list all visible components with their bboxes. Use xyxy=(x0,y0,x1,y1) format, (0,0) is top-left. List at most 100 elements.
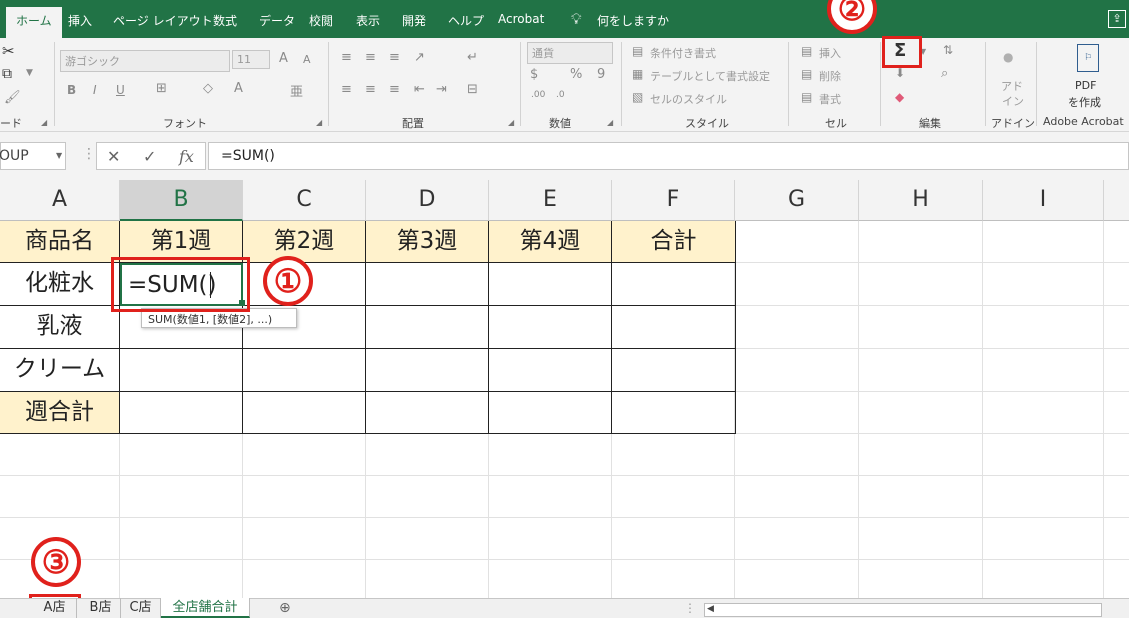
cell-styles-button[interactable]: セルのスタイル xyxy=(650,91,727,107)
cell-e4[interactable] xyxy=(489,349,612,392)
delete-cells-icon[interactable]: ▤ xyxy=(801,67,812,81)
cell-b5[interactable] xyxy=(120,392,243,434)
phonetic-icon[interactable]: 亜 xyxy=(290,81,303,100)
column-header-i[interactable]: I xyxy=(983,180,1104,221)
percent-style-button[interactable]: % xyxy=(570,67,582,82)
cell-f5[interactable] xyxy=(612,392,736,434)
sheet-tab-b[interactable]: B店 xyxy=(81,598,121,618)
bold-button[interactable]: B xyxy=(67,83,76,97)
cell-f3[interactable] xyxy=(612,306,736,349)
cell-a2[interactable]: 化粧水 xyxy=(0,263,120,306)
column-header-a[interactable]: A xyxy=(0,180,120,221)
cell-c1[interactable]: 第2週 xyxy=(243,221,366,263)
find-select-icon[interactable]: ⌕ xyxy=(941,66,948,81)
cut-icon[interactable]: ✂ xyxy=(2,42,15,60)
underline-button[interactable]: U xyxy=(116,83,125,97)
chevron-down-icon[interactable]: ▼ xyxy=(56,151,62,160)
column-header-c[interactable]: C xyxy=(243,180,366,221)
tab-insert[interactable]: 挿入 xyxy=(68,12,92,29)
fill-color-icon[interactable]: ◇ xyxy=(203,81,213,96)
cell-a3[interactable]: 乳液 xyxy=(0,306,120,349)
sort-filter-icon[interactable]: ⇅ xyxy=(943,43,953,57)
sheet-tab-total[interactable]: 全店舗合計 xyxy=(161,598,250,618)
shrink-font-button[interactable]: A xyxy=(303,53,311,66)
decrease-indent-icon[interactable]: ⇤ xyxy=(414,82,425,97)
cell-f1[interactable]: 合計 xyxy=(612,221,736,263)
add-ins-icon[interactable]: ● xyxy=(1003,50,1013,64)
cell-c5[interactable] xyxy=(243,392,366,434)
conditional-formatting-button[interactable]: 条件付き書式 xyxy=(650,45,716,61)
cell-a5[interactable]: 週合計 xyxy=(0,392,120,434)
dialog-launcher-icon[interactable]: ◢ xyxy=(607,118,613,127)
align-center-icon[interactable]: ≡ xyxy=(365,82,376,97)
decrease-decimal-icon[interactable]: .0 xyxy=(556,90,565,100)
cell-a4[interactable]: クリーム xyxy=(0,349,120,392)
column-header-d[interactable]: D xyxy=(366,180,489,221)
borders-icon[interactable]: ⊞ xyxy=(156,81,167,96)
cell-d3[interactable] xyxy=(366,306,489,349)
format-as-table-icon[interactable]: ▦ xyxy=(632,67,643,81)
sheet-tab-c[interactable]: C店 xyxy=(121,598,161,618)
share-icon[interactable]: ⇪ xyxy=(1108,10,1126,28)
insert-cells-icon[interactable]: ▤ xyxy=(801,44,812,58)
cell-a1[interactable]: 商品名 xyxy=(0,221,120,263)
delete-cells-button[interactable]: 削除 xyxy=(819,68,841,84)
format-cells-icon[interactable]: ▤ xyxy=(801,90,812,104)
cell-d5[interactable] xyxy=(366,392,489,434)
create-pdf-line1[interactable]: PDF xyxy=(1075,79,1096,92)
cell-d1[interactable]: 第3週 xyxy=(366,221,489,263)
cancel-icon[interactable]: ✕ xyxy=(107,147,120,166)
tab-home[interactable]: ホーム xyxy=(6,7,62,38)
format-cells-button[interactable]: 書式 xyxy=(819,91,841,107)
font-name-dropdown[interactable]: 游ゴシック xyxy=(60,50,230,72)
add-sheet-button[interactable]: ⊕ xyxy=(279,600,291,616)
tab-help[interactable]: ヘルプ xyxy=(448,12,484,29)
orientation-icon[interactable]: ↗ xyxy=(414,50,425,65)
column-header-b[interactable]: B xyxy=(120,180,243,221)
insert-function-icon[interactable]: fx xyxy=(179,147,194,166)
wrap-text-icon[interactable]: ↵ xyxy=(467,50,478,65)
tab-review[interactable]: 校閲 xyxy=(309,12,333,29)
insert-cells-button[interactable]: 挿入 xyxy=(819,45,841,61)
font-size-dropdown[interactable]: 11 xyxy=(232,50,270,69)
align-bottom-icon[interactable]: ≡ xyxy=(389,50,400,65)
increase-indent-icon[interactable]: ⇥ xyxy=(436,82,447,97)
cell-f4[interactable] xyxy=(612,349,736,392)
column-header-f[interactable]: F xyxy=(612,180,735,221)
align-top-icon[interactable]: ≡ xyxy=(341,50,352,65)
cell-e1[interactable]: 第4週 xyxy=(489,221,612,263)
cell-b4[interactable] xyxy=(120,349,243,392)
accounting-format-icon[interactable]: $ xyxy=(530,67,538,82)
dialog-launcher-icon[interactable]: ◢ xyxy=(41,118,47,127)
grow-font-button[interactable]: A xyxy=(279,51,288,66)
tab-view[interactable]: 表示 xyxy=(356,12,380,29)
cell-styles-icon[interactable]: ▧ xyxy=(632,90,643,104)
chevron-down-icon[interactable]: ▼ xyxy=(26,68,33,78)
tab-acrobat[interactable]: Acrobat xyxy=(498,12,544,26)
column-header-e[interactable]: E xyxy=(489,180,612,221)
align-left-icon[interactable]: ≡ xyxy=(341,82,352,97)
cell-f2[interactable] xyxy=(612,263,736,306)
tab-page-layout[interactable]: ページ レイアウト xyxy=(113,12,213,29)
tab-formulas[interactable]: 数式 xyxy=(213,12,237,29)
align-middle-icon[interactable]: ≡ xyxy=(365,50,376,65)
format-painter-icon[interactable]: 🖌︎ xyxy=(4,90,21,105)
column-header-g[interactable]: G xyxy=(735,180,859,221)
copy-icon[interactable]: ⧉ xyxy=(2,66,12,82)
cell-e5[interactable] xyxy=(489,392,612,434)
sheet-tab-a[interactable]: A店 xyxy=(33,598,77,618)
cell-c4[interactable] xyxy=(243,349,366,392)
pdf-icon[interactable]: ⚐ xyxy=(1077,44,1099,72)
formula-input[interactable]: =SUM() xyxy=(208,142,1129,170)
number-format-dropdown[interactable]: 通貨 xyxy=(527,42,613,64)
merge-center-icon[interactable]: ⊟ xyxy=(467,82,478,97)
dialog-launcher-icon[interactable]: ◢ xyxy=(316,118,322,127)
format-as-table-button[interactable]: テーブルとして書式設定 xyxy=(650,68,770,84)
enter-icon[interactable]: ✓ xyxy=(143,147,156,166)
tab-data[interactable]: データ xyxy=(259,12,295,29)
tell-me-search[interactable]: 何をしますか xyxy=(597,12,669,29)
comma-style-button[interactable]: 9 xyxy=(597,67,605,82)
cell-d2[interactable] xyxy=(366,263,489,306)
cell-d4[interactable] xyxy=(366,349,489,392)
dialog-launcher-icon[interactable]: ◢ xyxy=(508,118,514,127)
